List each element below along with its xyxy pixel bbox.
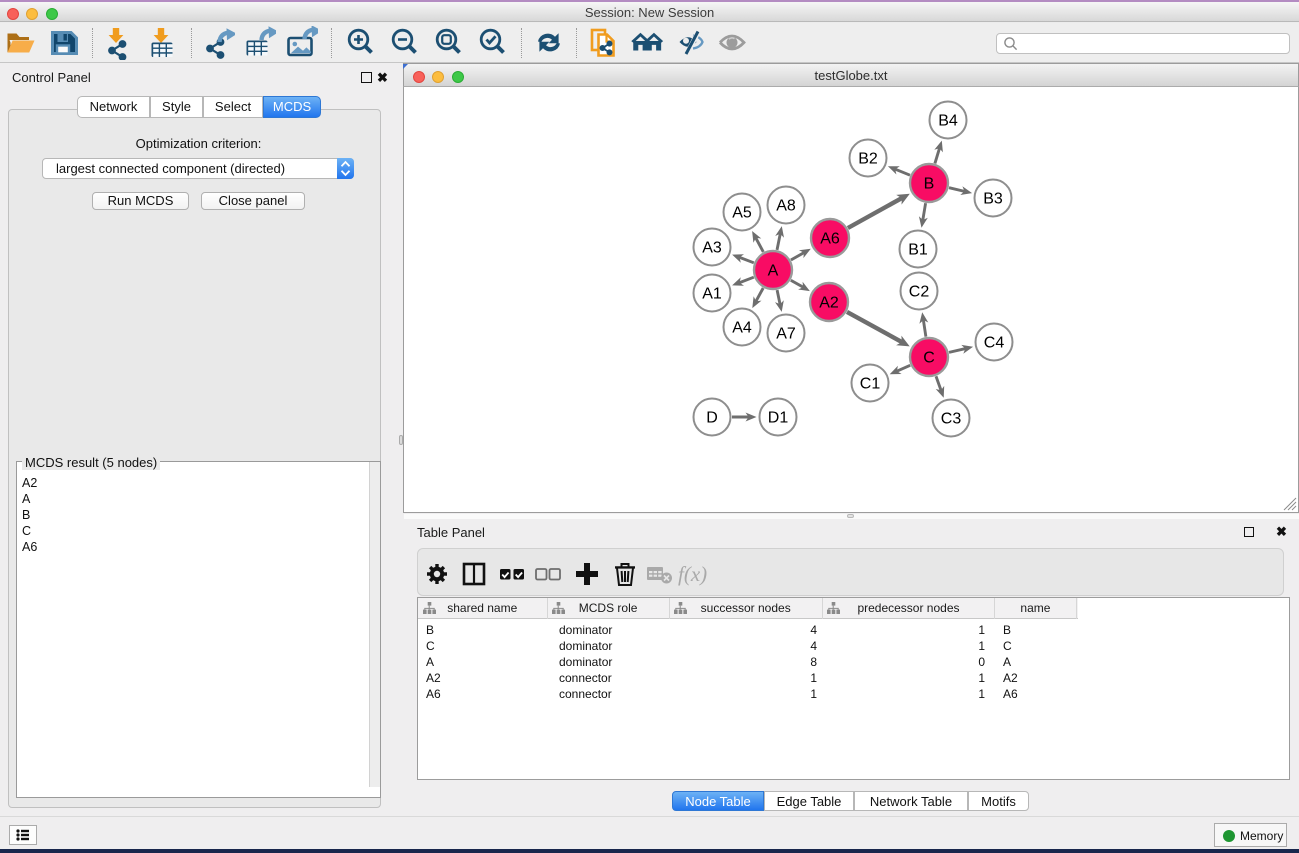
svg-text:A5: A5 [732,205,752,222]
svg-text:B2: B2 [858,151,878,168]
svg-text:C4: C4 [984,335,1005,352]
svg-text:C: C [923,350,935,367]
svg-text:A2: A2 [819,295,839,312]
svg-text:A: A [768,263,779,280]
svg-text:f(x): f(x) [678,562,707,586]
svg-text:A8: A8 [776,198,796,215]
svg-text:B4: B4 [938,113,958,130]
svg-text:D: D [706,410,718,427]
svg-text:D1: D1 [768,410,789,427]
svg-text:B3: B3 [983,191,1003,208]
svg-text:C3: C3 [941,411,962,428]
svg-text:A3: A3 [702,240,722,257]
svg-text:C2: C2 [909,284,930,301]
svg-text:A6: A6 [820,231,840,248]
svg-text:A7: A7 [776,326,796,343]
svg-text:C1: C1 [860,376,881,393]
svg-text:A1: A1 [702,286,722,303]
svg-text:B1: B1 [908,242,928,259]
svg-text:B: B [924,176,935,193]
svg-text:A4: A4 [732,320,752,337]
